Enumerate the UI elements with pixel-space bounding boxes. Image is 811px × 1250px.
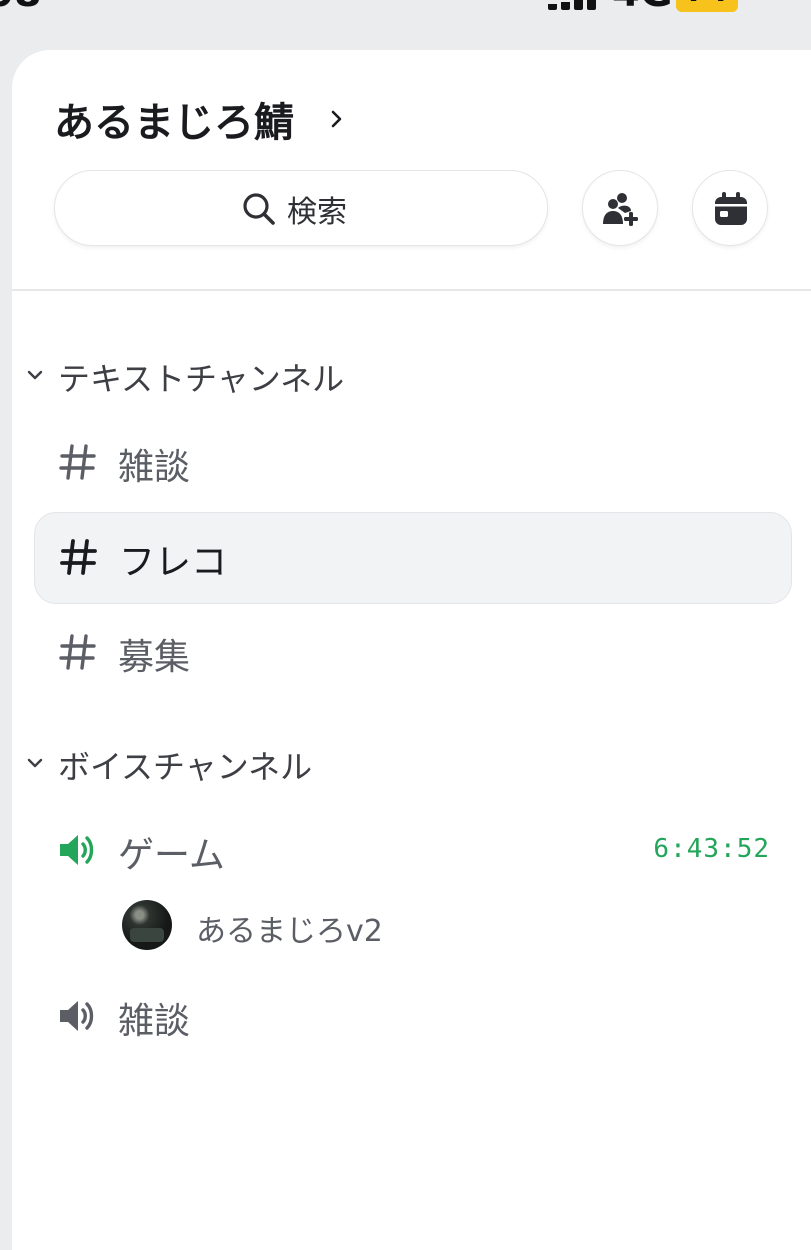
battery-icon: 74 bbox=[676, 0, 738, 12]
channel-label: 募集 bbox=[118, 637, 191, 678]
channel-panel: あるまじろ鯖 検索 テキストチャンネル 雑談 フレコ 募集 ボイスチャンネル ゲ… bbox=[12, 50, 811, 1250]
server-name[interactable]: あるまじろ鯖 bbox=[54, 90, 294, 148]
chevron-right-icon[interactable] bbox=[330, 108, 344, 130]
search-label: 検索 bbox=[287, 195, 347, 230]
chevron-down-icon bbox=[27, 758, 43, 768]
search-button[interactable]: 検索 bbox=[54, 170, 548, 246]
speaker-icon bbox=[60, 1001, 94, 1031]
chevron-down-icon bbox=[27, 370, 43, 380]
calendar-icon bbox=[715, 192, 747, 225]
channel-game-voice[interactable]: ゲーム 6:43:52 bbox=[34, 806, 790, 896]
voice-duration: 6:43:52 bbox=[653, 834, 770, 864]
voice-user-name: あるまじろv2 bbox=[196, 914, 383, 949]
network-label: 4G bbox=[612, 0, 673, 16]
hashtag-icon bbox=[59, 444, 96, 480]
channel-zatsudan-voice[interactable]: 雑談 bbox=[34, 972, 790, 1062]
avatar bbox=[122, 900, 172, 950]
status-bar: 08 4G 74 bbox=[0, 0, 811, 40]
channel-boshu-text[interactable]: 募集 bbox=[34, 608, 790, 698]
battery-level: 74 bbox=[676, 0, 738, 9]
channel-label: 雑談 bbox=[118, 447, 191, 488]
channel-fureko-text[interactable]: フレコ bbox=[34, 512, 792, 604]
invite-members-button[interactable] bbox=[582, 170, 658, 246]
speaker-icon bbox=[60, 835, 94, 865]
channel-zatsudan-text[interactable]: 雑談 bbox=[34, 418, 790, 508]
channel-label: 雑談 bbox=[118, 1001, 191, 1042]
status-time: 08 bbox=[0, 0, 42, 16]
header-divider bbox=[12, 289, 811, 291]
hashtag-icon bbox=[59, 634, 96, 670]
hashtag-icon bbox=[60, 539, 97, 575]
add-member-icon bbox=[603, 193, 638, 226]
search-icon bbox=[243, 193, 275, 225]
category-label: テキストチャンネル bbox=[58, 360, 345, 398]
voice-user[interactable]: あるまじろv2 bbox=[122, 898, 522, 954]
server-header: あるまじろ鯖 検索 bbox=[12, 50, 811, 291]
events-button[interactable] bbox=[692, 170, 768, 246]
channel-label: フレコ bbox=[119, 542, 228, 583]
category-label: ボイスチャンネル bbox=[58, 748, 313, 786]
channel-label: ゲーム bbox=[118, 835, 225, 876]
signal-strength-icon bbox=[548, 0, 596, 10]
